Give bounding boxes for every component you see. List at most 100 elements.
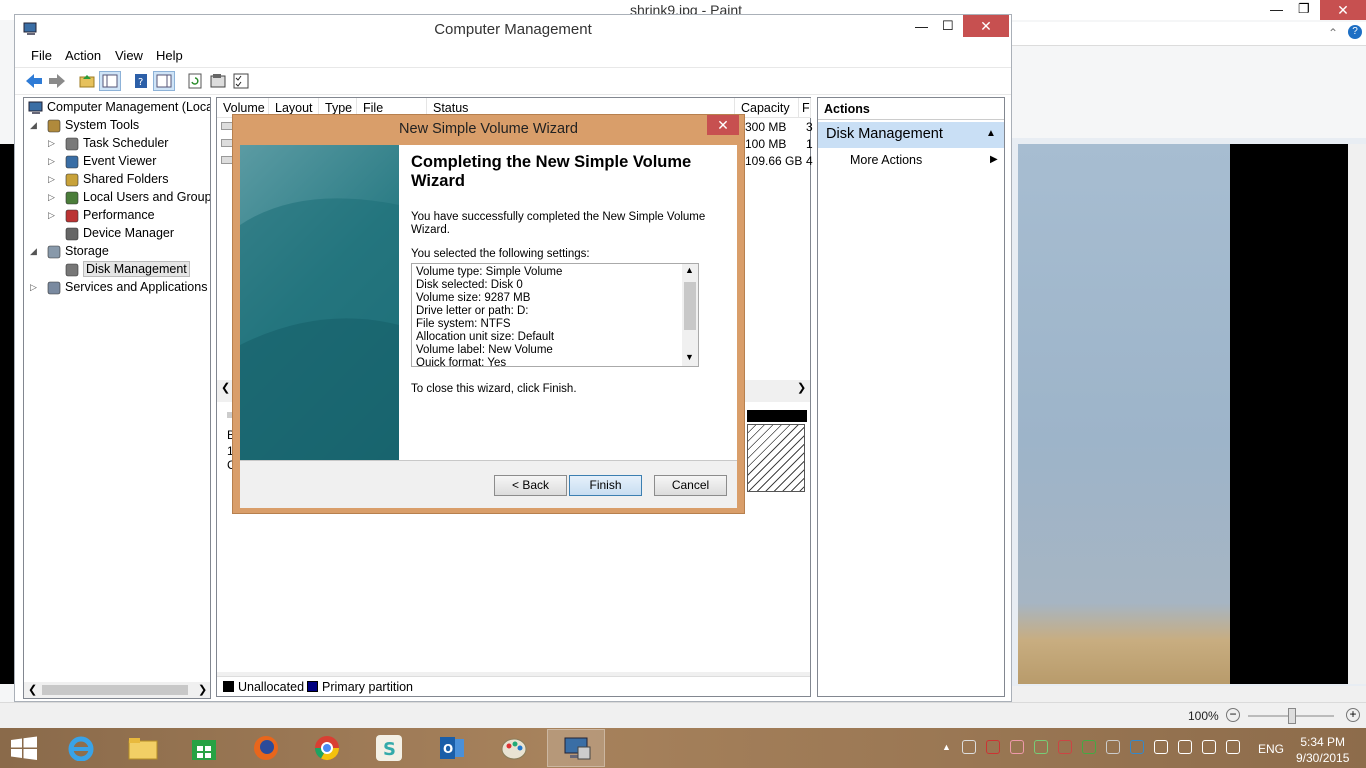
scroll-right-icon[interactable]: ❯ — [198, 683, 207, 696]
cm-close-button[interactable]: ✕ — [963, 15, 1009, 37]
tray-cloud-icon[interactable] — [1082, 740, 1096, 754]
taskbar-outlook[interactable]: O — [423, 729, 481, 767]
scroll-thumb[interactable] — [684, 282, 696, 330]
scroll-up-icon[interactable]: ▲ — [685, 265, 694, 275]
column-header-free[interactable]: F — [799, 98, 811, 118]
unallocated-partition[interactable] — [747, 424, 805, 492]
paint-minimize-button[interactable]: — — [1270, 2, 1283, 17]
tree-item-event-viewer[interactable]: ▷ Event Viewer — [48, 152, 156, 170]
input-language[interactable]: ENG — [1258, 742, 1284, 756]
settings-summary-box[interactable]: Volume type: Simple Volume Disk selected:… — [411, 263, 699, 367]
tree-item-storage[interactable]: ◢ Storage — [30, 242, 109, 260]
menu-action[interactable]: Action — [65, 48, 101, 63]
taskbar-slack[interactable]: S — [360, 729, 418, 767]
show-action-pane-icon[interactable] — [153, 71, 175, 91]
paint-restore-button[interactable]: ❐ — [1298, 1, 1310, 17]
tree-item-services-and-applications[interactable]: ▷ Services and Applications — [30, 278, 207, 296]
expand-arrow-icon[interactable]: ▷ — [30, 278, 37, 296]
taskbar-firefox[interactable] — [237, 729, 295, 767]
tray-app-icon[interactable] — [1058, 740, 1072, 754]
taskbar-computer-management[interactable] — [547, 729, 605, 767]
taskbar-internet-explorer[interactable] — [52, 729, 110, 767]
menu-help[interactable]: Help — [156, 48, 183, 63]
collapse-up-icon[interactable]: ▲ — [986, 128, 996, 139]
tray-app-icon[interactable] — [962, 740, 976, 754]
tree-item-disk-management[interactable]: Disk Management — [64, 260, 190, 278]
back-button[interactable]: < Back — [494, 475, 567, 496]
ribbon-collapse-icon[interactable]: ⌃ — [1328, 26, 1338, 40]
up-folder-icon[interactable] — [79, 73, 95, 89]
expand-arrow-icon[interactable]: ▷ — [48, 152, 55, 170]
back-arrow-icon[interactable] — [25, 73, 43, 89]
taskbar-chrome[interactable] — [298, 729, 356, 767]
windows-start-icon[interactable] — [10, 736, 38, 760]
tray-network-icon[interactable] — [1226, 740, 1240, 754]
menu-view[interactable]: View — [115, 48, 143, 63]
tree-item-system-tools[interactable]: ◢ System Tools — [30, 116, 139, 134]
setting-line: Quick format: Yes — [416, 357, 507, 367]
show-hide-console-tree-icon[interactable] — [99, 71, 121, 91]
taskbar-paint[interactable] — [485, 729, 543, 767]
forward-arrow-icon[interactable] — [48, 73, 66, 89]
tree-root[interactable]: Computer Management (Local — [28, 98, 210, 116]
console-tree: Computer Management (Local ◢ System Tools… — [23, 97, 211, 699]
tray-flag-icon[interactable] — [1154, 740, 1168, 754]
computer-management-icon — [28, 100, 44, 116]
wizard-close-button[interactable]: ✕ — [707, 115, 739, 135]
tree-item-local-users-and-groups[interactable]: ▷ Local Users and Groups — [48, 188, 210, 206]
cm-maximize-button[interactable]: ☐ — [942, 18, 954, 34]
finish-button[interactable]: Finish — [569, 475, 642, 496]
settings-checklist-icon[interactable] — [233, 73, 249, 89]
tray-volume-icon[interactable] — [1202, 740, 1216, 754]
expand-arrow-icon[interactable]: ▷ — [48, 134, 55, 152]
paint-horizontal-scrollbar[interactable] — [1012, 686, 1366, 702]
taskbar-file-explorer[interactable] — [114, 729, 172, 767]
clock-icon — [64, 136, 80, 152]
tree-item-label: Performance — [83, 208, 155, 222]
collapse-arrow-icon[interactable]: ◢ — [30, 116, 37, 134]
paint-vertical-scrollbar[interactable] — [1348, 144, 1366, 684]
menu-file[interactable]: File — [31, 48, 52, 63]
settings-scrollbar[interactable]: ▲ ▼ — [682, 264, 698, 366]
tree-item-shared-folders[interactable]: ▷ Shared Folders — [48, 170, 169, 188]
scroll-thumb[interactable] — [42, 685, 188, 695]
more-actions-label: More Actions — [850, 153, 923, 167]
cancel-button[interactable]: Cancel — [654, 475, 727, 496]
show-hidden-icons-icon[interactable]: ▲ — [942, 742, 951, 752]
tree-horizontal-scrollbar[interactable]: ❮ ❯ — [24, 682, 210, 698]
tray-app-icon[interactable] — [1010, 740, 1024, 754]
expand-arrow-icon[interactable]: ▷ — [48, 206, 55, 224]
tree-item-task-scheduler[interactable]: ▷ Task Scheduler — [48, 134, 168, 152]
expand-arrow-icon[interactable]: ▷ — [48, 188, 55, 206]
scroll-left-icon[interactable]: ❮ — [28, 683, 37, 696]
collapse-arrow-icon[interactable]: ◢ — [30, 242, 37, 260]
paint-close-button[interactable]: ✕ — [1320, 0, 1366, 20]
more-actions-item[interactable]: More Actions — [850, 153, 922, 167]
scroll-down-icon[interactable]: ▼ — [685, 352, 694, 362]
zoom-slider-thumb[interactable] — [1288, 708, 1296, 724]
actions-section-disk-management[interactable]: Disk Management ▲ — [818, 122, 1004, 148]
tree-item-label: Shared Folders — [83, 172, 169, 186]
help-book-icon[interactable]: ? — [133, 73, 149, 89]
tray-app-icon[interactable] — [986, 740, 1000, 754]
scroll-right-icon[interactable]: ❯ — [797, 381, 806, 394]
zoom-out-button[interactable]: − — [1226, 708, 1240, 722]
expand-arrow-icon[interactable]: ▷ — [48, 170, 55, 188]
taskbar-store[interactable] — [175, 729, 233, 767]
cm-minimize-button[interactable]: — — [915, 19, 928, 34]
zoom-in-button[interactable]: + — [1346, 708, 1360, 722]
tray-app-icon[interactable] — [1034, 740, 1048, 754]
properties-icon[interactable] — [210, 73, 226, 89]
tree-item-device-manager[interactable]: Device Manager — [64, 224, 174, 242]
event-viewer-icon — [64, 154, 80, 170]
tray-outlook-icon[interactable] — [1130, 740, 1144, 754]
tray-battery-icon[interactable] — [1178, 740, 1192, 754]
help-icon[interactable]: ? — [1348, 25, 1362, 39]
paint-canvas-image[interactable] — [1018, 144, 1230, 684]
tree-item-performance[interactable]: ▷ Performance — [48, 206, 155, 224]
scroll-left-icon[interactable]: ❮ — [221, 381, 230, 394]
tray-link-icon[interactable] — [1106, 740, 1120, 754]
refresh-icon[interactable] — [187, 73, 203, 89]
folder-icon — [128, 736, 158, 760]
clock[interactable]: 5:34 PM 9/30/2015 — [1296, 734, 1349, 766]
